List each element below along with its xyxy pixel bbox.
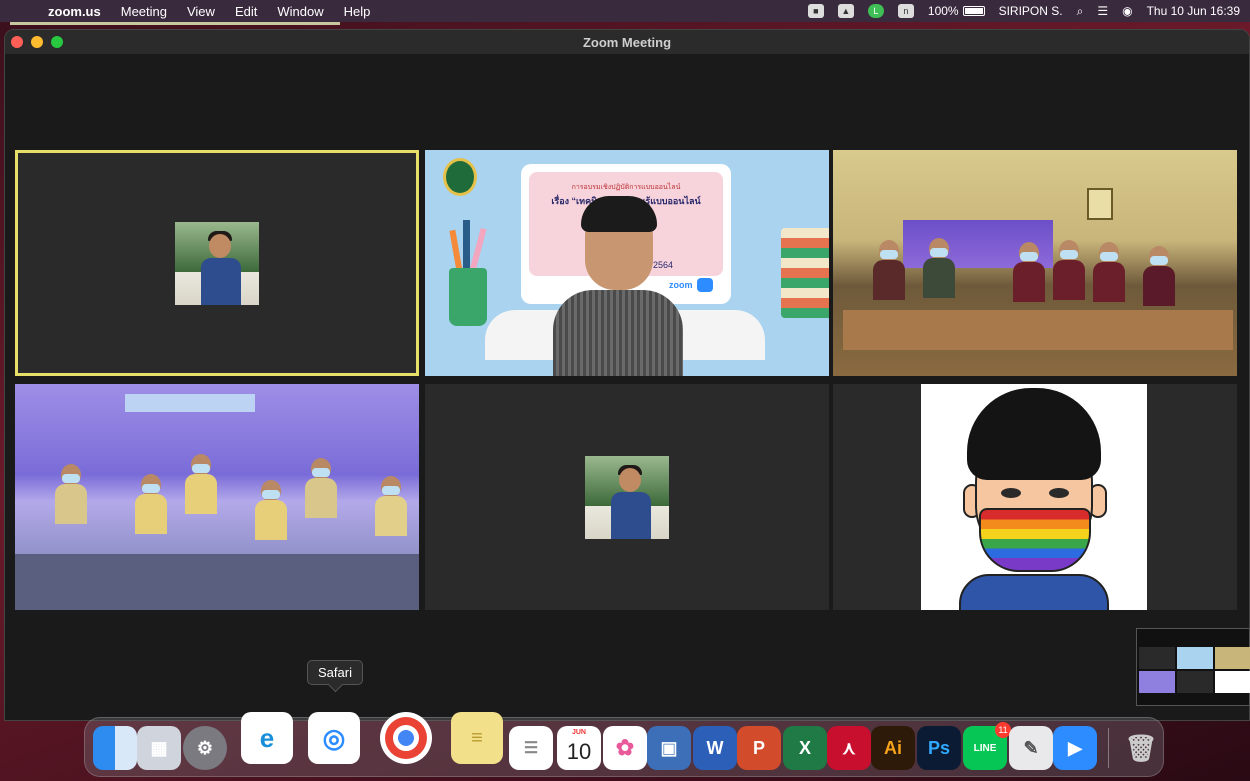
window-thumbnail-preview[interactable]: [1136, 628, 1250, 706]
menu-app-name[interactable]: zoom.us: [48, 4, 101, 19]
video-tile-cartoon-avatar[interactable]: [833, 384, 1237, 610]
powerpoint-icon[interactable]: P: [737, 726, 781, 770]
presenter-video: [553, 194, 683, 376]
battery-percent: 100%: [927, 4, 959, 18]
maximize-window-button[interactable]: [51, 36, 63, 48]
participant-profile-photo: [585, 456, 669, 539]
video-tile-camera-off[interactable]: [425, 384, 829, 610]
menu-bar: zoom.us Meeting View Edit Window Help ■ …: [0, 0, 1250, 22]
notes-status-icon[interactable]: n: [897, 4, 914, 18]
cartoon-avatar-image: [921, 384, 1147, 610]
pen-cup-illustration: [449, 268, 487, 326]
video-gallery: การอบรมเชิงปฏิบัติการแบบออนไลน์ เรื่อง “…: [15, 150, 1237, 610]
drive-status-icon[interactable]: ▲: [837, 4, 854, 18]
dock: ▦ ⚙ e ◎ ≡ ☰ JUN 10 ✿ ▣ W P X ⋏ Ai Ps LIN…: [84, 712, 1164, 777]
excel-icon[interactable]: X: [783, 726, 827, 770]
notes-editor-icon[interactable]: ✎: [1009, 726, 1053, 770]
calendar-icon[interactable]: JUN 10: [557, 726, 601, 770]
stickies-icon[interactable]: ≡: [451, 712, 503, 764]
wall-portrait: [1087, 188, 1113, 220]
word-icon[interactable]: W: [693, 726, 737, 770]
university-seal-logo: [443, 158, 477, 196]
screen-recorder-icon[interactable]: ▣: [647, 726, 691, 770]
zoom-camera-icon: [697, 278, 713, 292]
menu-edit[interactable]: Edit: [235, 4, 257, 19]
menu-view[interactable]: View: [187, 4, 215, 19]
edge-browser-icon[interactable]: e: [241, 712, 293, 764]
control-center-icon[interactable]: ☰: [1097, 4, 1108, 18]
line-app-label: LINE: [973, 742, 997, 754]
video-tile-active-speaker[interactable]: [15, 150, 419, 376]
trash-icon[interactable]: 🗑: [1119, 726, 1163, 770]
siri-icon[interactable]: ◉: [1122, 4, 1132, 18]
video-tile-presenter[interactable]: การอบรมเชิงปฏิบัติการแบบออนไลน์ เรื่อง “…: [425, 150, 829, 376]
classroom-banner: [125, 394, 255, 412]
window-title: Zoom Meeting: [582, 34, 672, 50]
reminders-icon[interactable]: ☰: [509, 726, 553, 770]
system-preferences-icon[interactable]: ⚙: [183, 726, 227, 770]
menu-help[interactable]: Help: [344, 4, 371, 19]
video-tile-group-meeting-room[interactable]: [833, 150, 1237, 376]
photos-icon[interactable]: ✿: [603, 726, 647, 770]
photoshop-icon[interactable]: Ps: [917, 726, 961, 770]
group-video-feed: [833, 150, 1237, 376]
clock[interactable]: Thu 10 Jun 16:39: [1147, 4, 1240, 18]
upload-progress-strip: [10, 22, 340, 25]
slide-subtitle: การอบรมเชิงปฏิบัติการแบบออนไลน์: [571, 184, 681, 191]
zoom-app-icon[interactable]: ▶: [1053, 726, 1097, 770]
calendar-month: JUN: [571, 729, 586, 736]
line-status-icon[interactable]: L: [867, 4, 884, 18]
calendar-day: 10: [566, 739, 592, 764]
zoom-meeting-window: Zoom Meeting การอบรมเชิงปฏิบัติการแบบออน…: [4, 29, 1250, 721]
finder-icon[interactable]: [93, 726, 137, 770]
zoom-camera-status-icon[interactable]: ■: [807, 4, 824, 18]
video-tile-group-classroom[interactable]: [15, 384, 419, 610]
acrobat-icon[interactable]: ⋏: [827, 726, 871, 770]
line-app-icon[interactable]: LINE 11: [963, 722, 1011, 770]
books-illustration: [781, 228, 829, 318]
close-window-button[interactable]: [11, 36, 23, 48]
battery-icon: [962, 6, 985, 16]
minimize-window-button[interactable]: [31, 36, 43, 48]
safari-icon[interactable]: ◎: [308, 712, 360, 764]
chrome-icon[interactable]: [380, 712, 432, 764]
dock-separator: [1108, 728, 1109, 768]
spotlight-search-icon[interactable]: ⌕: [1077, 4, 1084, 19]
menu-window[interactable]: Window: [277, 4, 323, 19]
virtual-background-slide: การอบรมเชิงปฏิบัติการแบบออนไลน์ เรื่อง “…: [425, 150, 829, 376]
window-titlebar[interactable]: Zoom Meeting: [5, 30, 1249, 54]
battery-indicator[interactable]: 100%: [928, 4, 985, 18]
menu-meeting[interactable]: Meeting: [121, 4, 167, 19]
launchpad-icon[interactable]: ▦: [137, 726, 181, 770]
classroom-video-feed: [15, 384, 419, 610]
rainbow-mask: [979, 508, 1091, 572]
illustrator-icon[interactable]: Ai: [871, 726, 915, 770]
user-name[interactable]: SIRIPON S.: [999, 4, 1063, 18]
dock-tooltip: Safari: [307, 660, 363, 685]
participant-profile-photo: [175, 222, 259, 305]
